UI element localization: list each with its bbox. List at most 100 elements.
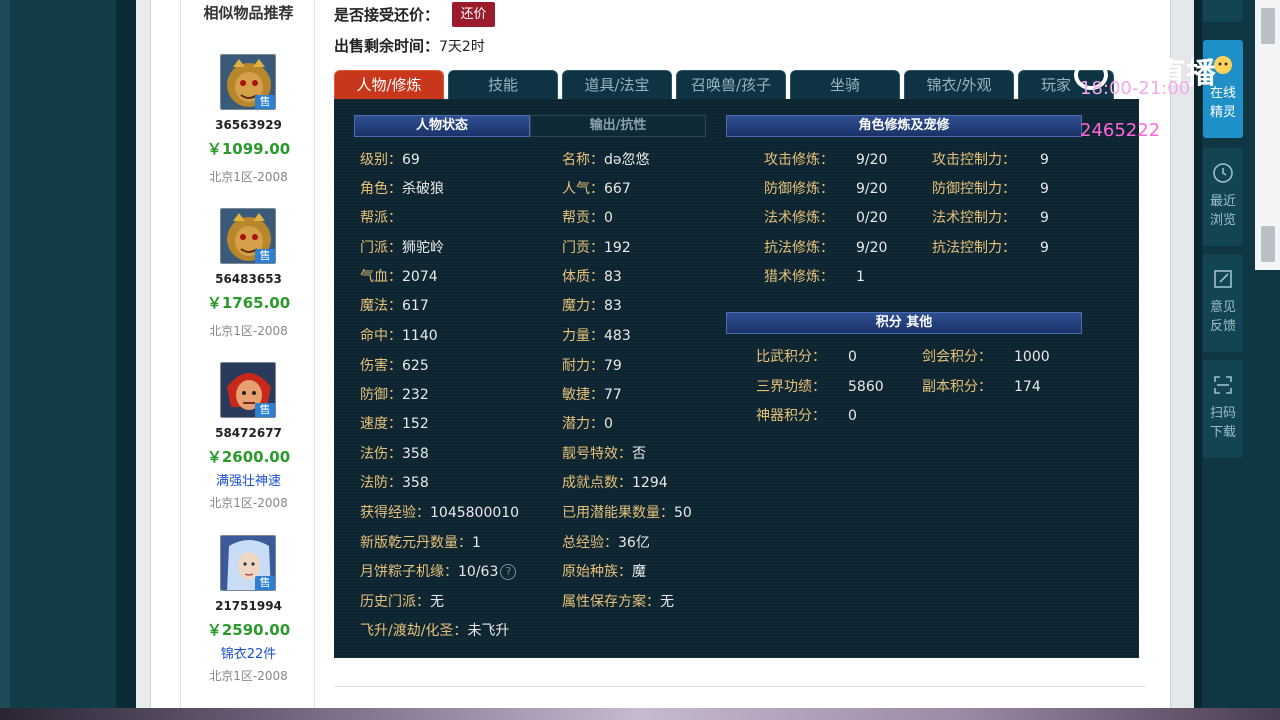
stat-row: 体质：83 (562, 269, 622, 285)
tab-summons[interactable]: 召唤兽/孩子 (676, 70, 786, 99)
stat-row: 气血：2074 (360, 269, 438, 285)
stat-row: 潜力：0 (562, 416, 613, 432)
scan-download-button[interactable]: 扫码 下载 (1203, 360, 1243, 458)
window-left-edge (0, 0, 10, 720)
item-price: ￥1099.00 (206, 140, 291, 158)
divider (1194, 0, 1202, 708)
sale-badge: 售 (255, 576, 275, 590)
tab-mounts[interactable]: 坐骑 (790, 70, 900, 99)
cultivation-row: 抗法修炼： 9/20 (764, 240, 888, 256)
points-header: 积分 其他 (726, 312, 1082, 334)
avatar-lion[interactable]: 售 (220, 54, 276, 110)
scroll-track[interactable] (1255, 0, 1280, 270)
clock-icon (1213, 163, 1233, 183)
stat-row: 原始种族：魔 (562, 564, 646, 580)
stat-row: 获得经验：1045800010 (360, 505, 520, 521)
cultivation-row: 攻击修炼： 9/20 (764, 152, 888, 168)
similar-items-panel: 相似物品推荐 售 36563929 ￥1099.00 北京1区-2008 售 5… (180, 0, 315, 708)
avatar-mage[interactable]: 售 (220, 535, 276, 591)
edit-icon (1214, 270, 1232, 288)
similar-item[interactable]: 售 58472677 ￥2600.00 满强壮神速 北京1区-2008 (181, 362, 316, 522)
points-row: 比武积分： 0 (756, 349, 857, 365)
stat-row: 名称：də忽悠 (562, 152, 650, 168)
stat-row: 级别：69 (360, 152, 420, 168)
tab-items[interactable]: 道具/法宝 (562, 70, 672, 99)
stat-row: 成就点数：1294 (562, 475, 668, 491)
stat-row: 法防：358 (360, 475, 429, 491)
avatar-warrior[interactable]: 售 (220, 362, 276, 418)
accept-counter-offer-row: 是否接受还价： (334, 4, 439, 25)
tab-outfits[interactable]: 锦衣/外观 (904, 70, 1014, 99)
stat-row: 已用潜能果数量：50 (562, 505, 692, 521)
stat-row: 敏捷：77 (562, 387, 622, 403)
stat-row: 帮派： (360, 210, 402, 226)
tab-character-status[interactable]: 人物状态 (354, 115, 530, 137)
scrollbar-thumb[interactable] (1261, 8, 1275, 44)
cultivation-header: 角色修炼及宠修 (726, 115, 1082, 137)
sale-badge: 售 (255, 95, 275, 109)
points-row: 副本积分： 174 (922, 379, 1041, 395)
stat-row: 法伤：358 (360, 446, 429, 462)
stat-row: 防御：232 (360, 387, 429, 403)
tab-output-resistance[interactable]: 输出/抗性 (530, 115, 706, 137)
item-id: 58472677 (215, 426, 282, 440)
stat-row: 命中：1140 (360, 328, 438, 344)
remaining-time-label: 出售剩余时间： (334, 37, 440, 55)
stat-row: 飞升/渡劫/化圣：未飞升 (360, 623, 510, 639)
item-server: 北京1区-2008 (209, 170, 288, 184)
cultivation-row: 防御修炼： 9/20 (764, 181, 888, 197)
stat-row: 魔法：617 (360, 298, 429, 314)
toolbar-top-item[interactable] (1203, 0, 1243, 22)
page-right-margin (1170, 0, 1194, 708)
scan-icon (1214, 376, 1232, 394)
help-icon[interactable]: ? (500, 564, 517, 580)
scrollbar-thumb[interactable] (1261, 226, 1275, 262)
feedback-button[interactable]: 意见 反馈 (1203, 254, 1243, 352)
character-info-panel: 人物状态 输出/抗性 角色修炼及宠修 积分 其他 级别：69 角色：杀破狼 帮派… (334, 99, 1139, 658)
divider-line (334, 686, 1146, 687)
stat-row: 人气：667 (562, 181, 631, 197)
sale-badge: 售 (255, 403, 275, 417)
item-price: ￥2590.00 (206, 621, 291, 639)
stat-row: 靓号特效：否 (562, 446, 646, 462)
stat-row: 门贡：192 (562, 240, 631, 256)
stat-row: 门派：狮驼岭 (360, 240, 444, 256)
tab-character[interactable]: 人物/修炼 (334, 70, 444, 99)
stat-row: 属性保存方案：无 (562, 594, 674, 610)
remaining-time-row: 出售剩余时间：7天2时 (334, 35, 485, 56)
remaining-time-value: 7天2时 (439, 39, 485, 55)
item-price: ￥1765.00 (206, 294, 291, 312)
points-row: 神器积分： 0 (756, 408, 857, 424)
tab-skills[interactable]: 技能 (448, 70, 558, 99)
sale-badge: 售 (255, 249, 275, 263)
accept-counter-label: 是否接受还价： (334, 6, 440, 24)
item-price: ￥2600.00 (206, 448, 291, 466)
stat-row: 伤害：625 (360, 358, 429, 374)
points-row: 剑会积分： 1000 (922, 349, 1050, 365)
similar-item[interactable]: 售 21751994 ￥2590.00 锦衣22件 北京1区-2008 (181, 535, 316, 695)
stream-watermark-time: 18:00-21:00 (1080, 78, 1191, 99)
item-server: 北京1区-2008 (209, 324, 288, 338)
stat-row: 速度：152 (360, 416, 429, 432)
stat-row: 角色：杀破狼 (360, 181, 444, 197)
item-id: 36563929 (215, 118, 282, 132)
avatar-lion[interactable]: 售 (220, 208, 276, 264)
cultivation-row: 防御控制力： 9 (932, 181, 1049, 197)
item-id: 21751994 (215, 599, 282, 613)
desktop-background-strip (0, 708, 1280, 720)
similar-item[interactable]: 售 56483653 ￥1765.00 北京1区-2008 (181, 208, 316, 348)
stat-row: 魔力：83 (562, 298, 622, 314)
stream-watermark-room: 2465222 (1080, 120, 1161, 141)
similar-item[interactable]: 售 36563929 ￥1099.00 北京1区-2008 (181, 54, 316, 194)
cultivation-row: 攻击控制力： 9 (932, 152, 1049, 168)
points-row: 三界功绩： 5860 (756, 379, 884, 395)
background-left-shade (116, 0, 136, 708)
cultivation-row: 法术控制力： 9 (932, 210, 1049, 226)
cultivation-row: 抗法控制力： 9 (932, 240, 1049, 256)
stat-row: 新版乾元丹数量：1 (360, 535, 481, 551)
recent-views-button[interactable]: 最近 浏览 (1203, 148, 1243, 246)
stat-row: 耐力：79 (562, 358, 622, 374)
counter-offer-button[interactable]: 还价 (452, 2, 495, 27)
stat-row: 月饼粽子机缘：10/63? (360, 561, 517, 581)
item-note: 满强壮神速 (215, 474, 281, 489)
